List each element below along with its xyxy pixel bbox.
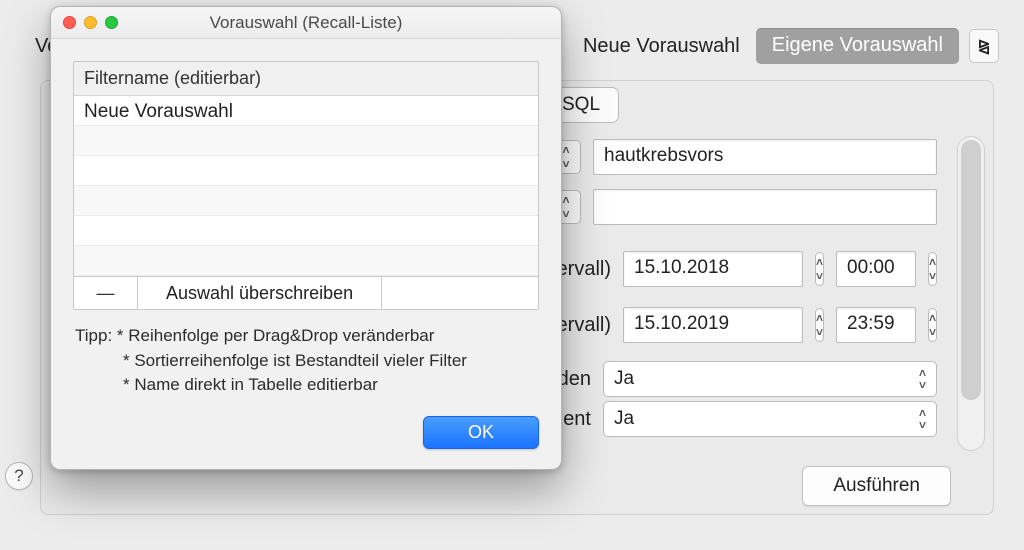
date-end-stepper[interactable] (815, 308, 824, 342)
sort-icon: ⧎ (978, 39, 991, 54)
window-controls (63, 16, 118, 29)
dialog-title: Vorauswahl (Recall-Liste) (210, 13, 403, 33)
eigene-vorauswahl-button[interactable]: Eigene Vorauswahl (756, 28, 959, 64)
tip-block: Tipp: * Reihenfolge per Drag&Drop veränd… (73, 324, 539, 398)
minimize-icon[interactable] (84, 16, 97, 29)
zoom-icon[interactable] (105, 16, 118, 29)
table-header: Filtername (editierbar) (74, 62, 538, 96)
ok-button[interactable]: OK (423, 416, 539, 449)
form-row-select2: ent Ja (551, 401, 937, 437)
table-row[interactable] (74, 246, 538, 276)
remove-button[interactable]: — (74, 277, 138, 309)
text-input-1[interactable]: hautkrebsvors (593, 139, 937, 175)
sort-arrows-button[interactable]: ⧎ (969, 29, 999, 63)
chevron-up-icon (562, 194, 569, 206)
chevron-down-icon (929, 326, 936, 338)
select-arrows-icon (919, 367, 926, 391)
form-area: SQL hautkrebsvors ervall) 15.10.2018 (551, 81, 985, 506)
chevron-down-icon (816, 270, 823, 282)
form-row-date-start: ervall) 15.10.2018 00:00 (551, 251, 937, 287)
tip-1: * Reihenfolge per Drag&Drop veränderbar (117, 326, 435, 345)
date-start-input[interactable]: 15.10.2018 (623, 251, 803, 287)
tip-line-1: Tipp: * Reihenfolge per Drag&Drop veränd… (75, 324, 539, 349)
chevron-down-icon (816, 326, 823, 338)
time-start-input[interactable]: 00:00 (836, 251, 916, 287)
dialog-footer: OK (51, 416, 561, 469)
date-end-input[interactable]: 15.10.2019 (623, 307, 803, 343)
vertical-scrollbar[interactable] (957, 136, 985, 451)
chevron-up-icon (929, 256, 936, 268)
form-row-2 (551, 189, 937, 225)
filter-table: Filtername (editierbar) Neue Vorauswahl … (73, 61, 539, 310)
date-start-stepper[interactable] (815, 252, 824, 286)
select-1[interactable]: Ja (603, 361, 937, 397)
table-row[interactable] (74, 126, 538, 156)
dialog-body: Filtername (editierbar) Neue Vorauswahl … (51, 39, 561, 416)
chevron-up-icon (929, 312, 936, 324)
select-arrows-icon (919, 407, 926, 431)
footer-spacer (382, 277, 538, 309)
chevron-down-icon (562, 208, 569, 220)
form-row-select1: den Ja (551, 361, 937, 397)
tip-label: Tipp: (75, 326, 112, 345)
time-end-stepper[interactable] (928, 308, 937, 342)
tip-2: * Sortierreihenfolge ist Bestandteil vie… (75, 349, 539, 374)
recall-list-dialog: Vorauswahl (Recall-Liste) Filtername (ed… (50, 6, 562, 470)
select-1-value: Ja (614, 368, 634, 390)
table-footer: — Auswahl überschreiben (74, 276, 538, 309)
help-button[interactable]: ? (5, 462, 33, 490)
overwrite-button[interactable]: Auswahl überschreiben (138, 277, 382, 309)
chevron-up-icon (816, 256, 823, 268)
select-2[interactable]: Ja (603, 401, 937, 437)
tip-3: * Name direkt in Tabelle editierbar (75, 373, 539, 398)
neue-vorauswahl-label: Neue Vorauswahl (583, 35, 740, 58)
form-row-date-end: ervall) 15.10.2019 23:59 (551, 307, 937, 343)
chevron-down-icon (929, 270, 936, 282)
table-row[interactable] (74, 156, 538, 186)
table-row[interactable]: Neue Vorauswahl (74, 96, 538, 126)
chevron-up-icon (816, 312, 823, 324)
table-row[interactable] (74, 186, 538, 216)
table-row[interactable] (74, 216, 538, 246)
form-row-1: hautkrebsvors (551, 139, 937, 175)
chevron-down-icon (562, 158, 569, 170)
scroll-thumb[interactable] (961, 140, 981, 400)
text-input-2[interactable] (593, 189, 937, 225)
chevron-up-icon (562, 144, 569, 156)
select-2-value: Ja (614, 408, 634, 430)
dialog-titlebar: Vorauswahl (Recall-Liste) (51, 7, 561, 39)
close-icon[interactable] (63, 16, 76, 29)
time-start-stepper[interactable] (928, 252, 937, 286)
time-end-input[interactable]: 23:59 (836, 307, 916, 343)
execute-button[interactable]: Ausführen (802, 466, 951, 506)
